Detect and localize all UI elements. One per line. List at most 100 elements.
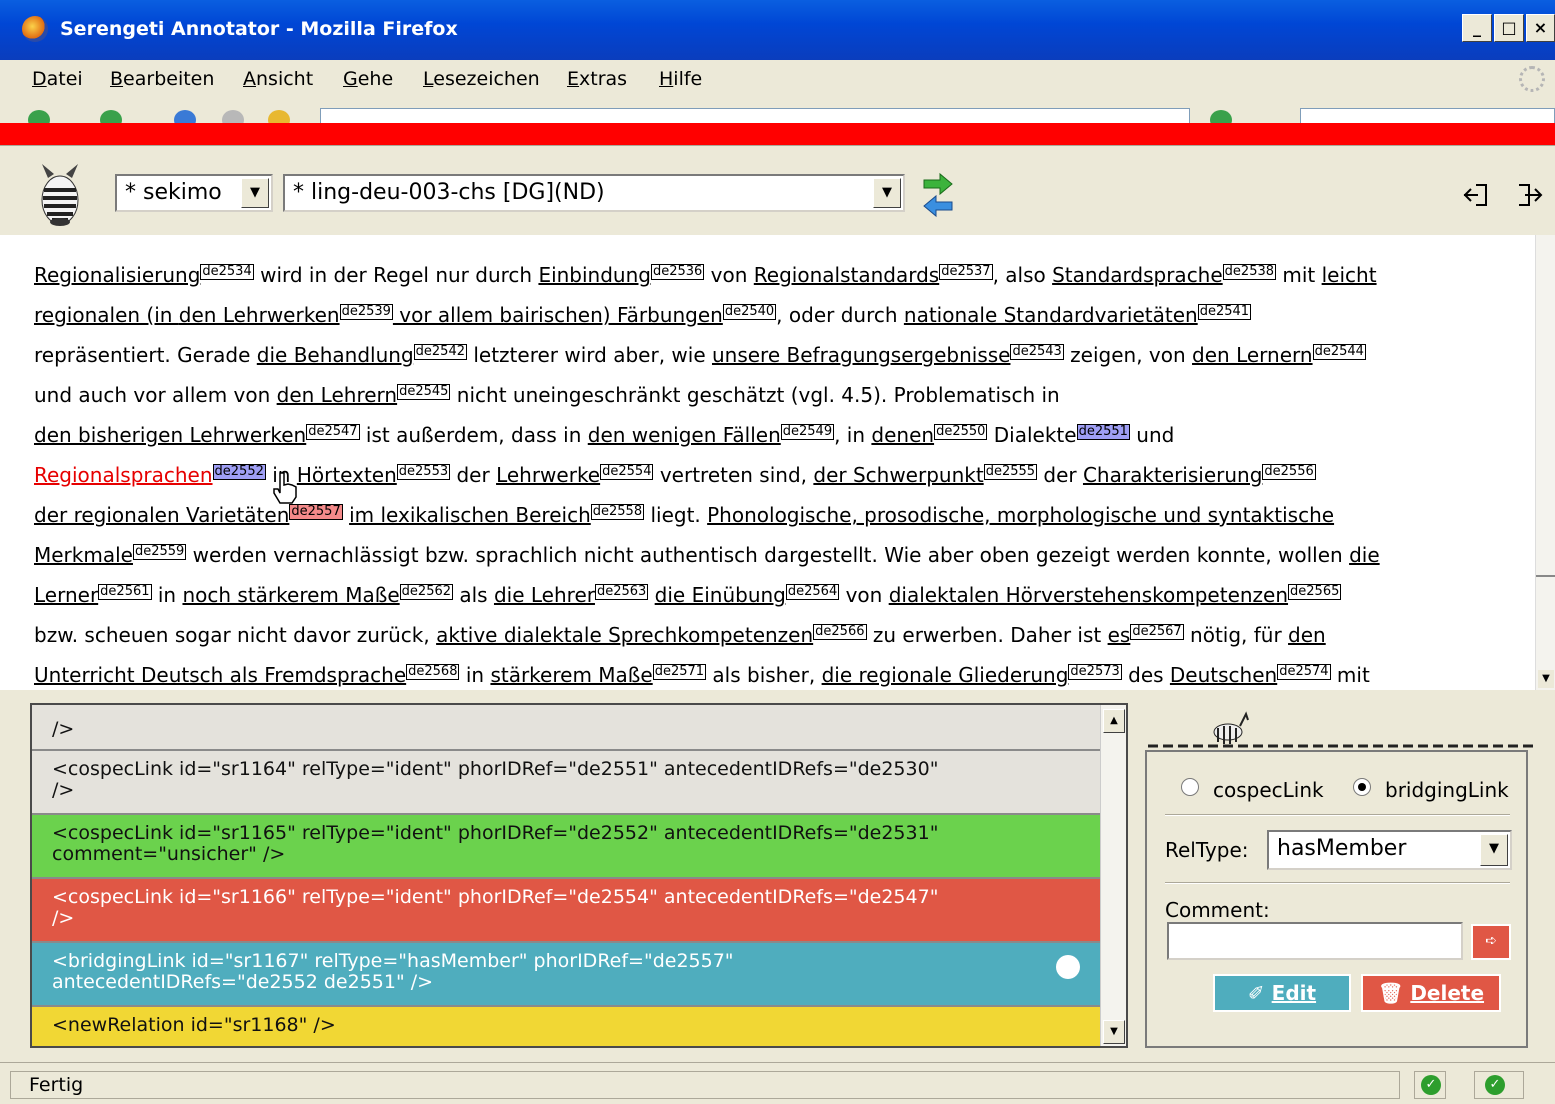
sync-arrows-icon[interactable]: [920, 172, 956, 218]
markable-id-tag[interactable]: de2543: [1010, 344, 1064, 360]
markable[interactable]: Unterricht Deutsch als Fremdsprache: [34, 663, 406, 687]
markable-id-tag[interactable]: de2564: [785, 584, 840, 600]
document-select[interactable]: * ling-deu-003-chs [DG](ND) ▼: [283, 174, 905, 212]
markable-id-tag[interactable]: de2539: [339, 304, 393, 320]
scrollbar-thumb[interactable]: [1536, 575, 1555, 583]
markable[interactable]: die Behandlung: [257, 343, 414, 367]
relation-item-selected[interactable]: <bridgingLink id="sr1167" relType="hasMe…: [32, 943, 1100, 1007]
markable[interactable]: den Lernern: [1192, 343, 1313, 367]
markable[interactable]: die: [1349, 543, 1380, 567]
markable-id-tag[interactable]: de2540: [722, 304, 777, 320]
text-scrollbar[interactable]: ▼: [1535, 235, 1555, 690]
markable[interactable]: dialektalen Hörverstehenskompetenzen: [889, 583, 1288, 607]
markable-id-tag[interactable]: de2545: [397, 384, 451, 400]
relation-item[interactable]: />: [32, 705, 1100, 751]
close-button[interactable]: ×: [1526, 14, 1555, 42]
markable-id-tag-phor[interactable]: de2557: [289, 504, 343, 520]
markable-id-tag[interactable]: de2555: [983, 464, 1038, 480]
markable-id-tag[interactable]: de2544: [1312, 344, 1366, 360]
user-select[interactable]: * sekimo ▼: [115, 174, 273, 212]
maximize-button[interactable]: □: [1494, 14, 1524, 42]
markable[interactable]: die Lehrer: [494, 583, 595, 607]
markable-id-tag[interactable]: de2558: [590, 504, 645, 520]
relation-item[interactable]: <cospecLink id="sr1166" relType="ident" …: [32, 879, 1100, 943]
markable-id-tag[interactable]: de2571: [652, 664, 707, 680]
markable-id-tag[interactable]: de2536: [650, 264, 705, 280]
markable[interactable]: Deutschen: [1170, 663, 1277, 687]
markable-id-tag[interactable]: de2568: [406, 664, 460, 680]
edit-button[interactable]: ✐ Edit: [1213, 974, 1351, 1012]
markable[interactable]: leicht: [1322, 263, 1377, 287]
drag-handle-icon[interactable]: [1056, 955, 1080, 979]
markable-id-tag[interactable]: de2573: [1068, 664, 1122, 680]
markable[interactable]: die Einübung: [655, 583, 786, 607]
markable[interactable]: stärkerem Maße: [490, 663, 652, 687]
markable-id-tag[interactable]: de2549: [780, 424, 835, 440]
menu-hilfe[interactable]: Hilfe: [659, 68, 702, 90]
menu-bearbeiten[interactable]: Bearbeiten: [110, 68, 214, 90]
markable-id-tag[interactable]: de2556: [1262, 464, 1316, 480]
annotation-text-pane[interactable]: Regionalisierung de2534 wird in der Regel…: [0, 235, 1555, 690]
scroll-down-icon[interactable]: ▼: [1103, 1020, 1125, 1044]
chevron-down-icon[interactable]: ▼: [241, 178, 269, 208]
chevron-down-icon[interactable]: ▼: [1480, 834, 1508, 866]
chevron-down-icon[interactable]: ▼: [873, 178, 901, 208]
markable[interactable]: regionalen (in: [34, 303, 179, 327]
logout-icon[interactable]: [1515, 182, 1545, 208]
login-icon[interactable]: [1462, 182, 1490, 208]
markable-id-tag[interactable]: de2547: [306, 424, 360, 440]
markable[interactable]: den wenigen Fällen: [588, 423, 781, 447]
markable-id-tag[interactable]: de2554: [600, 464, 654, 480]
markable[interactable]: Merkmale: [34, 543, 133, 567]
menu-lesezeichen[interactable]: Lesezeichen: [423, 68, 540, 90]
markable[interactable]: Charakterisierung: [1083, 463, 1262, 487]
tidy-validator-icon[interactable]: ✓: [1474, 1071, 1524, 1099]
markable[interactable]: aktive dialektale Sprechkompetenzen: [436, 623, 813, 647]
markable-id-tag[interactable]: de2567: [1130, 624, 1184, 640]
markable[interactable]: denen: [871, 423, 934, 447]
relation-list-scrollbar[interactable]: ▲ ▼: [1100, 705, 1126, 1046]
markable[interactable]: Einbindung: [538, 263, 651, 287]
markable[interactable]: Lehrwerke: [496, 463, 600, 487]
menu-ansicht[interactable]: Ansicht: [243, 68, 313, 90]
markable[interactable]: den: [1288, 623, 1326, 647]
relation-item[interactable]: <newRelation id="sr1168" />: [32, 1007, 1100, 1046]
markable[interactable]: Standardsprache: [1052, 263, 1223, 287]
markable[interactable]: noch stärkerem Maße: [182, 583, 399, 607]
scroll-up-icon[interactable]: ▲: [1103, 709, 1125, 733]
markable[interactable]: vor allem bairischen) Färbungen: [393, 303, 723, 327]
markable[interactable]: den bisherigen Lehrwerken: [34, 423, 306, 447]
markable-id-tag[interactable]: de2562: [399, 584, 454, 600]
markable[interactable]: im lexikalischen Bereich: [349, 503, 591, 527]
markable-id-tag[interactable]: de2537: [939, 264, 993, 280]
markable[interactable]: unsere Befragungsergebnisse: [712, 343, 1010, 367]
markable[interactable]: es: [1108, 623, 1131, 647]
markable[interactable]: die regionale Gliederung: [822, 663, 1069, 687]
markable-id-tag[interactable]: de2563: [594, 584, 649, 600]
markable[interactable]: Lerner: [34, 583, 98, 607]
markable[interactable]: Hörtexten: [297, 463, 397, 487]
minimize-button[interactable]: _: [1462, 14, 1492, 42]
markable-highlighted[interactable]: Regionalsprachen: [34, 463, 213, 487]
menu-gehe[interactable]: Gehe: [343, 68, 393, 90]
markable[interactable]: Regionalisierung: [34, 263, 200, 287]
markable[interactable]: Phonologische, prosodische, morphologisc…: [707, 503, 1334, 527]
markable-id-tag[interactable]: de2565: [1288, 584, 1342, 600]
markable[interactable]: der Schwerpunkt: [813, 463, 983, 487]
markable-id-tag[interactable]: de2566: [813, 624, 867, 640]
relation-item[interactable]: <cospecLink id="sr1164" relType="ident" …: [32, 751, 1100, 815]
relation-item[interactable]: <cospecLink id="sr1165" relType="ident" …: [32, 815, 1100, 879]
comment-save-icon[interactable]: ➪: [1471, 924, 1511, 960]
scroll-down-icon[interactable]: ▼: [1538, 670, 1554, 688]
menu-extras[interactable]: Extras: [567, 68, 627, 90]
markable-id-tag[interactable]: de2538: [1222, 264, 1277, 280]
comment-field[interactable]: [1167, 922, 1463, 960]
delete-button[interactable]: 🗑 Delete: [1361, 974, 1501, 1012]
relation-list[interactable]: /> <cospecLink id="sr1164" relType="iden…: [30, 703, 1128, 1048]
markable-id-tag[interactable]: de2561: [98, 584, 152, 600]
status-ok-icon[interactable]: ✓: [1414, 1071, 1446, 1099]
radio-bridginglink[interactable]: [1353, 778, 1371, 796]
markable-id-tag[interactable]: de2550: [934, 424, 988, 440]
markable-id-tag-selected[interactable]: de2551: [1076, 424, 1130, 440]
markable-id-tag[interactable]: de2574: [1277, 664, 1331, 680]
